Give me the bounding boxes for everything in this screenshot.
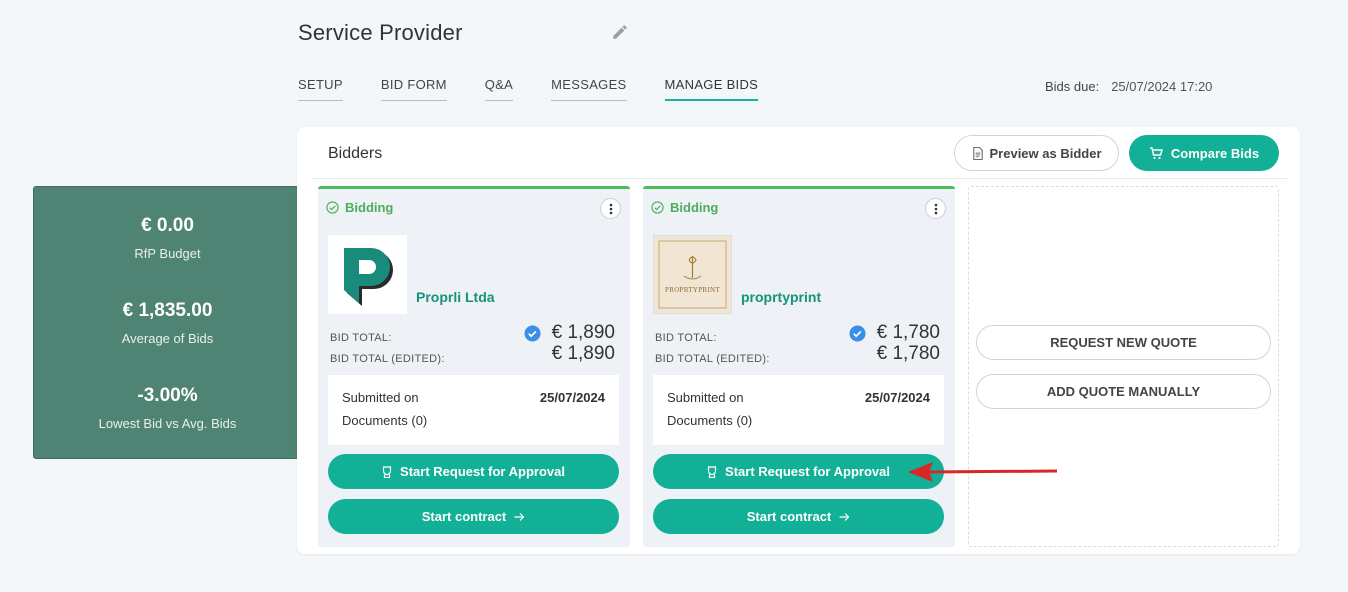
- verified-check-icon: [524, 325, 541, 342]
- badge-icon: [707, 465, 717, 478]
- start-contract-button[interactable]: Start contract: [653, 499, 944, 534]
- bid-status: Bidding: [651, 200, 718, 215]
- tab-setup[interactable]: SETUP: [298, 77, 343, 101]
- verified-check-icon: [849, 325, 866, 342]
- tab-bid-form[interactable]: BID FORM: [380, 77, 447, 101]
- annotation-arrow-icon: [908, 462, 1058, 482]
- bid-total-edited-label: BID TOTAL (EDITED):: [330, 353, 445, 365]
- bids-due: Bids due: 25/07/2024 17:20: [1045, 79, 1212, 94]
- stat-lowest-vs-avg: -3.00% Lowest Bid vs Avg. Bids: [34, 385, 301, 431]
- stat-value: € 1,835.00: [122, 300, 213, 321]
- bidder-card: Bidding Proprli Ltda BID TOTAL: € 1,890 …: [318, 186, 630, 547]
- bid-total-edited-value: € 1,890: [551, 343, 615, 364]
- start-approval-label: Start Request for Approval: [725, 464, 890, 479]
- preview-as-bidder-button[interactable]: Preview as Bidder: [954, 135, 1119, 171]
- bidder-card: Bidding PROPRTYPRINT proprtyprint BID TO…: [643, 186, 955, 547]
- arrow-right-icon: [514, 512, 525, 521]
- bid-total-edited-value: € 1,780: [876, 343, 940, 364]
- more-options-icon[interactable]: [600, 198, 621, 219]
- documents-link[interactable]: Documents (0): [667, 413, 752, 428]
- bid-total-value: € 1,890: [551, 322, 615, 343]
- stat-value: € 0.00: [141, 215, 194, 236]
- panel-divider: [312, 178, 1287, 179]
- logo-wordmark: PROPRTYPRINT: [665, 286, 720, 294]
- start-contract-label: Start contract: [421, 509, 507, 524]
- bid-total-label: BID TOTAL:: [330, 332, 392, 344]
- cart-icon: [1149, 146, 1163, 159]
- submission-info: Submitted on 25/07/2024 Documents (0): [328, 375, 619, 445]
- submission-info: Submitted on 25/07/2024 Documents (0): [653, 375, 944, 445]
- page-title: Service Provider: [298, 20, 463, 45]
- check-circle-icon: [326, 201, 339, 214]
- add-quote-manually-button[interactable]: ADD QUOTE MANUALLY: [976, 374, 1271, 409]
- bids-due-label: Bids due:: [1045, 79, 1100, 94]
- preview-as-bidder-label: Preview as Bidder: [989, 145, 1102, 161]
- check-circle-icon: [651, 201, 664, 214]
- submitted-date: 25/07/2024: [864, 390, 930, 405]
- start-approval-button[interactable]: Start Request for Approval: [653, 454, 944, 489]
- bid-status: Bidding: [326, 200, 393, 215]
- bidder-name[interactable]: Proprli Ltda: [416, 289, 495, 305]
- add-quote-manually-label: ADD QUOTE MANUALLY: [1046, 384, 1201, 399]
- submitted-label: Submitted on: [667, 390, 744, 405]
- bids-due-value: 25/07/2024 17:20: [1111, 79, 1213, 94]
- bidders-panel: Bidders Preview as Bidder Compare Bids B…: [297, 127, 1300, 554]
- proprli-logo-icon: [344, 248, 393, 306]
- bid-status-label: Bidding: [345, 200, 394, 215]
- start-approval-label: Start Request for Approval: [400, 464, 565, 479]
- more-options-icon[interactable]: [925, 198, 946, 219]
- request-new-quote-label: REQUEST NEW QUOTE: [1050, 335, 1197, 350]
- start-contract-button[interactable]: Start contract: [328, 499, 619, 534]
- compare-bids-label: Compare Bids: [1170, 145, 1260, 161]
- start-approval-button[interactable]: Start Request for Approval: [328, 454, 619, 489]
- submitted-label: Submitted on: [342, 390, 419, 405]
- bid-total-value: € 1,780: [876, 322, 940, 343]
- pencil-icon[interactable]: [611, 23, 629, 41]
- stat-label: Average of Bids: [121, 331, 214, 346]
- request-new-quote-button[interactable]: REQUEST NEW QUOTE: [976, 325, 1271, 360]
- stat-label: RfP Budget: [134, 246, 201, 261]
- badge-icon: [382, 465, 392, 478]
- document-icon: [972, 146, 983, 160]
- documents-link[interactable]: Documents (0): [342, 413, 427, 428]
- bid-status-label: Bidding: [670, 200, 719, 215]
- start-contract-label: Start contract: [746, 509, 832, 524]
- arrow-right-icon: [839, 512, 850, 521]
- tab-manage-bids[interactable]: MANAGE BIDS: [664, 77, 759, 101]
- bidders-title: Bidders: [328, 145, 383, 162]
- stat-average-bids: € 1,835.00 Average of Bids: [34, 300, 301, 346]
- stat-value: -3.00%: [137, 385, 198, 406]
- add-quote-slot: [968, 186, 1279, 547]
- bidder-name[interactable]: proprtyprint: [741, 289, 821, 305]
- bidder-logo: [328, 235, 407, 314]
- bid-stats-panel: € 0.00 RfP Budget € 1,835.00 Average of …: [33, 186, 302, 459]
- proprtyprint-logo-icon: [654, 236, 731, 313]
- stat-label: Lowest Bid vs Avg. Bids: [98, 416, 237, 431]
- tab-bar: SETUP BID FORM Q&A MESSAGES MANAGE BIDS: [298, 77, 796, 101]
- stat-rfp-budget: € 0.00 RfP Budget: [34, 215, 301, 261]
- bidder-logo: PROPRTYPRINT: [653, 235, 732, 314]
- bid-total-label: BID TOTAL:: [655, 332, 717, 344]
- bid-total-edited-label: BID TOTAL (EDITED):: [655, 353, 770, 365]
- submitted-date: 25/07/2024: [539, 390, 605, 405]
- compare-bids-button[interactable]: Compare Bids: [1129, 135, 1279, 171]
- tab-messages[interactable]: MESSAGES: [551, 77, 627, 101]
- tab-qa[interactable]: Q&A: [484, 77, 514, 101]
